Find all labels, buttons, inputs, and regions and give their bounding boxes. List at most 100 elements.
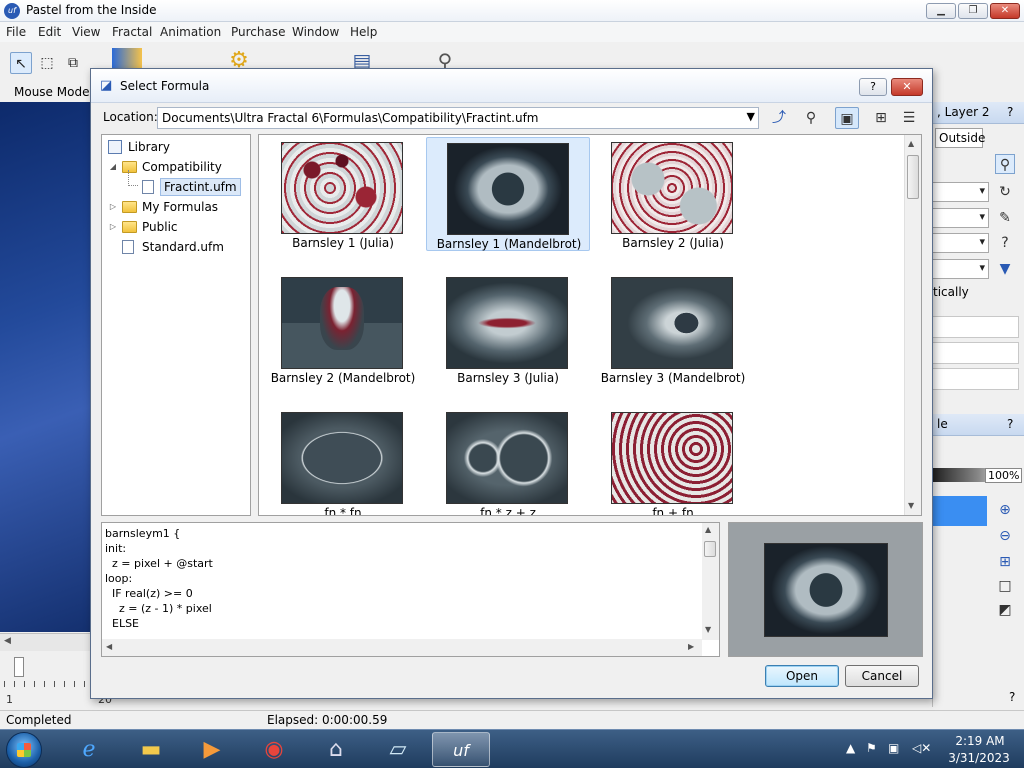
code-line: z = pixel + @start bbox=[105, 557, 213, 570]
clock-time[interactable]: 2:19 AM bbox=[950, 734, 1010, 748]
chevron-down-icon[interactable]: ▼ bbox=[747, 110, 755, 123]
formula-tile[interactable]: Barnsley 2 (Julia) bbox=[591, 137, 755, 251]
menu-fractal[interactable]: Fractal bbox=[112, 25, 152, 39]
parameter-field[interactable] bbox=[933, 368, 1019, 390]
tree-item-my-formulas[interactable]: ▷ My Formulas bbox=[108, 198, 248, 216]
code-vertical-scrollbar[interactable]: ▲ ▼ bbox=[702, 523, 719, 640]
tree-item-public[interactable]: ▷ Public bbox=[108, 218, 248, 236]
formula-tile[interactable]: fn + fn bbox=[591, 407, 755, 515]
menu-view[interactable]: View bbox=[72, 25, 100, 39]
scroll-up-icon[interactable]: ▲ bbox=[908, 139, 914, 148]
tree-item-library[interactable]: Library bbox=[108, 138, 248, 156]
formula-thumbnail bbox=[281, 277, 403, 369]
tree-item-standard-ufm[interactable]: Standard.ufm bbox=[108, 238, 248, 256]
dialog-help-button[interactable]: ? bbox=[859, 78, 887, 96]
menu-purchase[interactable]: Purchase bbox=[231, 25, 286, 39]
flag-icon[interactable]: ⚑ bbox=[866, 741, 877, 755]
formula-tile[interactable]: Barnsley 3 (Mandelbrot) bbox=[591, 272, 755, 386]
expander-open-icon[interactable]: ◢ bbox=[108, 158, 118, 176]
parameter-combo[interactable] bbox=[933, 208, 989, 228]
small-thumbnails-view-icon[interactable]: ⊞ bbox=[869, 107, 893, 129]
fractal-canvas[interactable] bbox=[0, 102, 90, 632]
parameter-combo[interactable] bbox=[933, 259, 989, 279]
scroll-left-icon[interactable]: ◀ bbox=[106, 642, 112, 651]
code-line: IF real(z) >= 0 bbox=[105, 587, 193, 600]
volume-muted-icon[interactable]: ◁✕ bbox=[912, 741, 931, 755]
tree-item-fractint-ufm[interactable]: Fractint.ufm bbox=[108, 170, 248, 196]
marquee-select-icon[interactable]: ⬚ bbox=[36, 52, 58, 74]
open-button[interactable]: Open bbox=[765, 665, 839, 687]
formula-tile[interactable]: Barnsley 1 (Julia) bbox=[261, 137, 425, 251]
app-close-button[interactable]: ✕ bbox=[990, 3, 1020, 19]
formula-tile-selected[interactable]: Barnsley 1 (Mandelbrot) bbox=[426, 137, 590, 251]
scroll-up-icon[interactable]: ▲ bbox=[705, 525, 711, 534]
expander-closed-icon[interactable]: ▷ bbox=[108, 218, 118, 236]
location-combo[interactable]: Documents\Ultra Fractal 6\Formulas\Compa… bbox=[157, 107, 759, 129]
gallery-vertical-scrollbar[interactable]: ▲ ▼ bbox=[904, 135, 921, 515]
expander-closed-icon[interactable]: ▷ bbox=[108, 198, 118, 216]
pane-help-icon[interactable]: ? bbox=[1009, 690, 1015, 704]
help-icon[interactable]: ? bbox=[995, 233, 1015, 253]
remove-layer-icon[interactable]: ⊖ bbox=[995, 526, 1015, 546]
parameter-field[interactable] bbox=[933, 342, 1019, 364]
formula-tile[interactable]: Barnsley 2 (Mandelbrot) bbox=[261, 272, 425, 386]
mask-icon[interactable]: ◩ bbox=[995, 600, 1015, 620]
add-mask-icon[interactable]: ⊞ bbox=[995, 552, 1015, 572]
network-icon[interactable]: ▣ bbox=[888, 741, 899, 755]
menu-animation[interactable]: Animation bbox=[160, 25, 221, 39]
folder-up-icon[interactable]: ⤴ bbox=[767, 107, 791, 129]
maximize-button[interactable]: ❐ bbox=[958, 3, 988, 19]
media-player-icon[interactable]: ▶ bbox=[183, 732, 241, 767]
menu-help[interactable]: Help bbox=[350, 25, 377, 39]
parameter-field[interactable] bbox=[933, 316, 1019, 338]
internet-explorer-icon[interactable]: ℯ bbox=[60, 732, 118, 767]
scrollbar-thumb[interactable] bbox=[704, 541, 716, 557]
ruler-marker[interactable] bbox=[14, 657, 24, 677]
start-button[interactable] bbox=[6, 732, 42, 768]
parameter-combo[interactable] bbox=[933, 182, 989, 202]
formula-tile[interactable]: fn * z + z bbox=[426, 407, 590, 515]
clock-date[interactable]: 3/31/2023 bbox=[944, 751, 1014, 765]
list-view-icon[interactable]: ☰ bbox=[897, 107, 921, 129]
menu-edit[interactable]: Edit bbox=[38, 25, 61, 39]
scroll-down-icon[interactable]: ▼ bbox=[908, 501, 914, 510]
pane-help-icon[interactable]: ? bbox=[1007, 105, 1013, 119]
show-hidden-icons-icon[interactable]: ▲ bbox=[846, 741, 855, 755]
large-thumbnails-view-icon[interactable]: ▣ bbox=[835, 107, 859, 129]
refresh-icon[interactable]: ↻ bbox=[995, 182, 1015, 202]
menu-file[interactable]: File bbox=[6, 25, 26, 39]
formula-browse-icon[interactable]: ⚲ bbox=[995, 154, 1015, 174]
edit-icon[interactable]: ✎ bbox=[995, 208, 1015, 228]
formula-tile[interactable]: Barnsley 3 (Julia) bbox=[426, 272, 590, 386]
scroll-right-icon[interactable]: ▶ bbox=[688, 642, 694, 651]
add-layer-icon[interactable]: ⊕ bbox=[995, 500, 1015, 520]
layer-list-selected-row[interactable] bbox=[933, 496, 987, 526]
menu-window[interactable]: Window bbox=[292, 25, 339, 39]
dialog-close-button[interactable]: ✕ bbox=[891, 78, 923, 96]
formula-label: fn * fn bbox=[324, 506, 362, 516]
parameter-combo[interactable] bbox=[933, 233, 989, 253]
cancel-button[interactable]: Cancel bbox=[845, 665, 919, 687]
select-arrow-icon[interactable]: ↖ bbox=[10, 52, 32, 74]
scroll-down-icon[interactable]: ▼ bbox=[705, 625, 711, 634]
code-horizontal-scrollbar[interactable]: ◀ ▶ bbox=[102, 639, 702, 656]
file-explorer-icon[interactable]: ▬ bbox=[122, 732, 180, 767]
formula-label: Barnsley 3 (Julia) bbox=[457, 371, 559, 385]
minimize-button[interactable]: ▁ bbox=[926, 3, 956, 19]
scroll-left-icon[interactable]: ◀ bbox=[4, 636, 11, 646]
formula-source-view[interactable]: barnsleym1 { init: z = pixel + @start lo… bbox=[101, 522, 720, 657]
animation-ruler[interactable]: 1 20 bbox=[0, 651, 112, 706]
search-formula-icon[interactable]: ⚲ bbox=[799, 107, 823, 129]
ultra-fractal-taskbar-icon[interactable]: uf bbox=[432, 732, 490, 767]
tab-outside[interactable]: Outside bbox=[935, 128, 985, 148]
chrome-icon[interactable]: ◉ bbox=[245, 732, 303, 767]
square-icon[interactable]: □ bbox=[995, 576, 1015, 596]
notepad-icon[interactable]: ▱ bbox=[369, 732, 427, 767]
triangle-down-icon[interactable]: ▼ bbox=[995, 259, 1015, 279]
layers-tool-icon[interactable]: ⧉ bbox=[62, 52, 84, 74]
mouse-icon[interactable]: ⌂ bbox=[307, 732, 365, 767]
scrollbar-thumb[interactable] bbox=[907, 155, 919, 199]
pane-help-icon[interactable]: ? bbox=[1007, 417, 1013, 431]
formula-tile[interactable]: fn * fn bbox=[261, 407, 425, 516]
canvas-horizontal-scrollbar[interactable]: ◀ bbox=[0, 633, 90, 651]
